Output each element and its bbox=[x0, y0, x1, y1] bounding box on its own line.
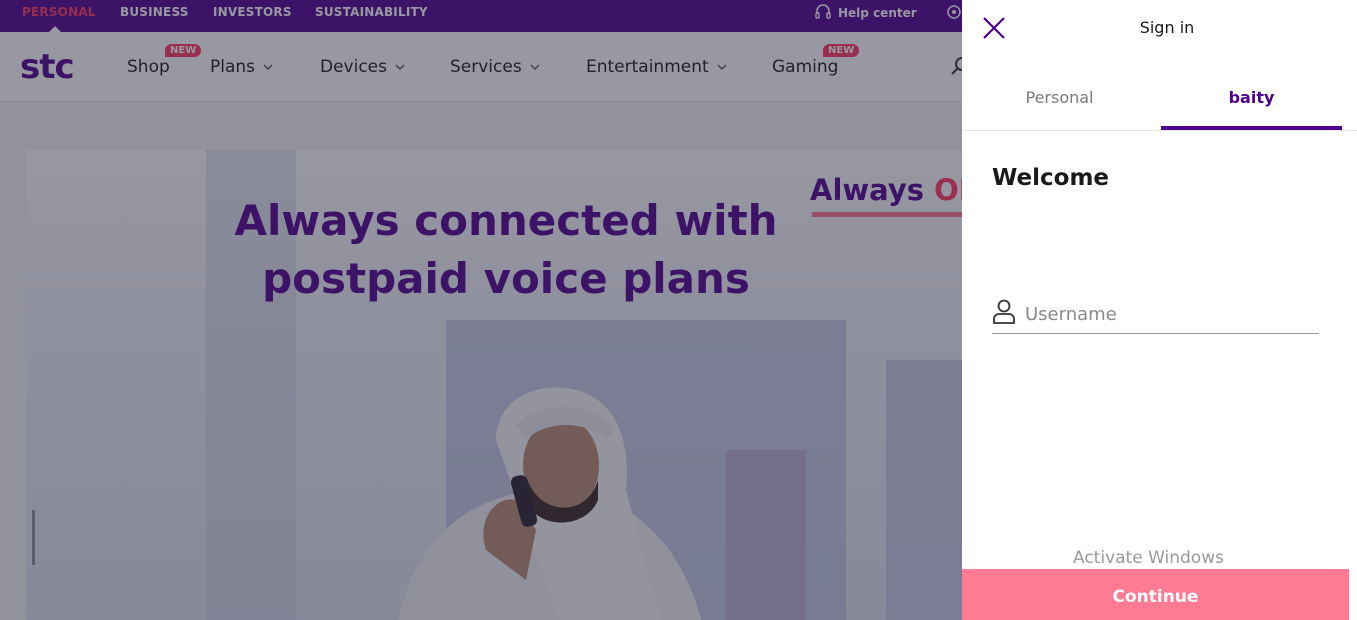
signin-title: Sign in bbox=[1139, 18, 1195, 37]
tab-personal[interactable]: Personal bbox=[982, 70, 1137, 131]
user-icon bbox=[993, 299, 1015, 324]
signin-tabs: Personal baity bbox=[962, 70, 1357, 131]
windows-activation-watermark: Activate Windows bbox=[1073, 548, 1224, 568]
continue-button[interactable]: Continue bbox=[962, 569, 1349, 620]
signin-drawer: Sign in Personal baity Welcome Activate … bbox=[962, 0, 1357, 620]
modal-backdrop[interactable] bbox=[0, 0, 962, 620]
username-input[interactable] bbox=[1025, 300, 1315, 328]
welcome-heading: Welcome bbox=[992, 165, 1110, 191]
username-field bbox=[992, 298, 1319, 334]
tab-baity[interactable]: baity bbox=[1161, 70, 1342, 130]
